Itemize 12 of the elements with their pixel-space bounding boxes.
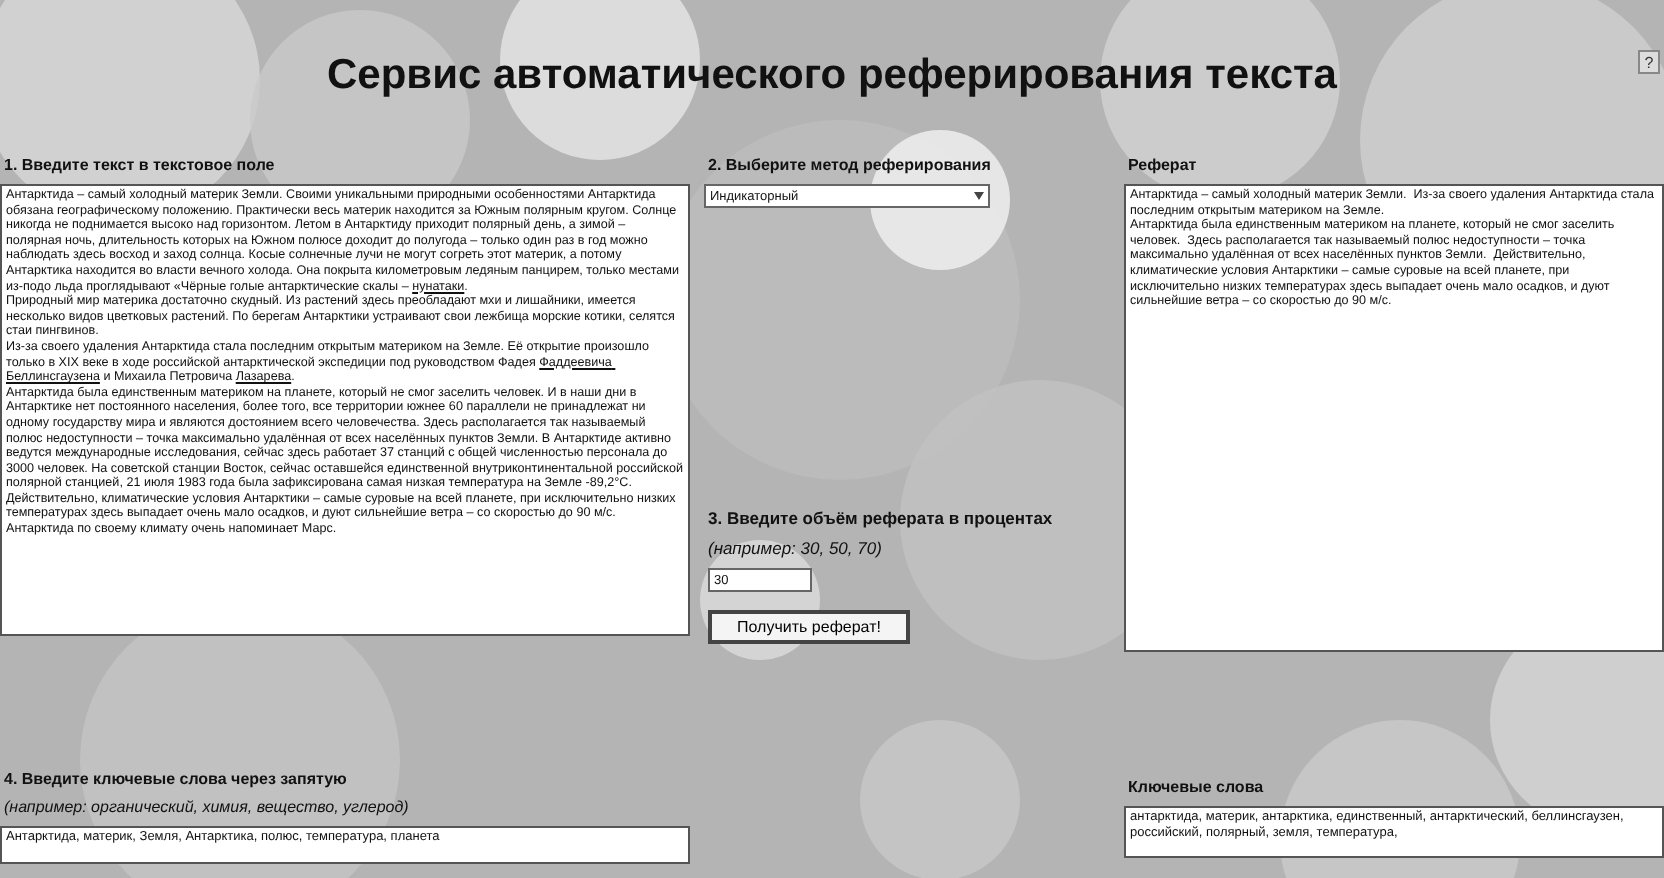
section-label: Реферат [1128,156,1199,174]
caret-icon [974,192,984,200]
hint-text: (например: 30, 50, 70) [708,538,884,558]
step-label: 2. Выберите метод реферирования [708,156,993,174]
submit-button[interactable]: Получить реферат! [708,610,910,644]
page-title: Сервис автоматического реферирования текста [327,52,1337,100]
section-label: Ключевые слова [1128,778,1266,796]
step-label: 3. Введите объём реферата в процентах [708,508,1055,528]
step-label: 4. Введите ключевые слова через запятую [4,770,349,788]
help-button[interactable]: ? [1638,50,1660,74]
hint-text: (например: органический, химия, вещество, углерод) [4,798,411,816]
step-label: 1. Введите текст в текстовое поле [4,156,277,174]
